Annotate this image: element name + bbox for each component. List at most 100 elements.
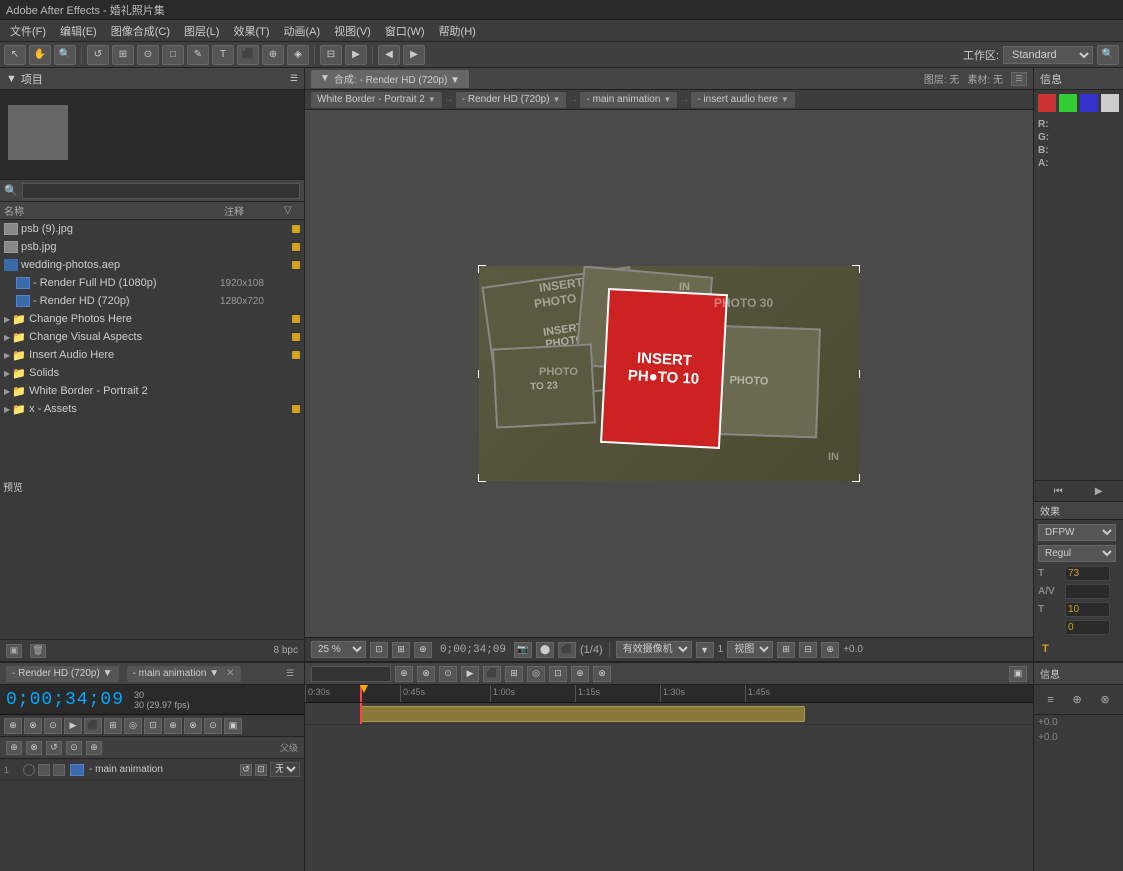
- tl-ctrl-8[interactable]: ⊡: [549, 666, 567, 682]
- grid-btn[interactable]: ⊞: [392, 642, 410, 658]
- comp-tab[interactable]: ▼ 合成: - Render HD (720p) ▼: [311, 70, 469, 88]
- prev-play[interactable]: ▶: [1091, 484, 1107, 498]
- mask-btn[interactable]: ⊕: [414, 642, 432, 658]
- font-style-select[interactable]: Regul: [1038, 545, 1116, 562]
- effects-t-btn[interactable]: T: [1038, 641, 1119, 657]
- tool-brush[interactable]: ⬛: [237, 45, 259, 65]
- tl-btn-2[interactable]: ⊗: [24, 718, 42, 734]
- tl-btn-3[interactable]: ⊙: [44, 718, 62, 734]
- list-item[interactable]: ▶ 📁 Change Visual Aspects: [0, 328, 304, 346]
- view-safe[interactable]: ⊕: [821, 642, 839, 658]
- list-item[interactable]: ▶ 📁 Solids: [0, 364, 304, 382]
- layer-vis-toggle[interactable]: [23, 764, 35, 776]
- color-btn[interactable]: ⬤: [536, 642, 554, 658]
- comp-view[interactable]: INSERTPHOTO INSERTPHOTO 30 TO 23 PHOTO I…: [305, 110, 1033, 637]
- tl-menu-btn[interactable]: ☰: [282, 667, 298, 681]
- footer-new-comp[interactable]: 🗑: [30, 644, 46, 658]
- zoom-select[interactable]: 25 % 50 % 100 %: [311, 641, 366, 658]
- tl-btn-1[interactable]: ⊕: [4, 718, 22, 734]
- layer-row[interactable]: 1 - main animation ↺ ⊡ 无: [0, 759, 304, 781]
- tl-ctrl-5[interactable]: ⬛: [483, 666, 501, 682]
- view-3d[interactable]: ⊟: [799, 642, 817, 658]
- menu-edit[interactable]: 编辑(E): [54, 21, 103, 41]
- tool-text[interactable]: T: [212, 45, 234, 65]
- prop-av-value[interactable]: [1065, 584, 1110, 599]
- layer-ctrl-1[interactable]: ⊕: [6, 741, 22, 755]
- track-bar[interactable]: [360, 706, 805, 722]
- list-item[interactable]: ▶ 📁 Insert Audio Here: [0, 346, 304, 364]
- tl-ctrl-4[interactable]: ▶: [461, 666, 479, 682]
- tool-select[interactable]: ↖: [4, 45, 26, 65]
- prop-zero-value[interactable]: [1065, 620, 1110, 635]
- tl-ctrl-1[interactable]: ⊕: [395, 666, 413, 682]
- prop-font-size[interactable]: [1065, 566, 1110, 581]
- tool-hand[interactable]: ✋: [29, 45, 51, 65]
- menu-layer[interactable]: 图层(L): [178, 21, 225, 41]
- project-menu-btn[interactable]: ☰: [290, 73, 298, 84]
- tl-ctrl-6[interactable]: ⊞: [505, 666, 523, 682]
- menu-effects[interactable]: 效果(T): [227, 21, 275, 41]
- tool-anchor[interactable]: ⊙: [137, 45, 159, 65]
- menu-help[interactable]: 帮助(H): [433, 21, 482, 41]
- layer-collapse[interactable]: ↺: [240, 764, 252, 776]
- tl-btn-11[interactable]: ⊙: [204, 718, 222, 734]
- prop-t2-value[interactable]: [1065, 602, 1110, 617]
- tool-eraser[interactable]: ◈: [287, 45, 309, 65]
- comp-options-btn[interactable]: ☰: [1011, 72, 1027, 86]
- list-item[interactable]: - Render HD (720p) 1280x720: [0, 292, 304, 310]
- prev-rewind[interactable]: ⏮: [1050, 484, 1066, 498]
- search-input[interactable]: [22, 183, 300, 199]
- tl-rc-btn-3[interactable]: ⊗: [1100, 693, 1109, 706]
- tl-ctrl-collapse[interactable]: ▣: [1009, 666, 1027, 682]
- list-item[interactable]: psb (9).jpg: [0, 220, 304, 238]
- tl-btn-12[interactable]: ▣: [224, 718, 242, 734]
- menu-window[interactable]: 窗口(W): [379, 21, 431, 41]
- tl-ctrl-2[interactable]: ⊗: [417, 666, 435, 682]
- tool-arrow-left[interactable]: ◀: [378, 45, 400, 65]
- bc-item-1[interactable]: White Border - Portrait 2 ▼: [311, 92, 442, 108]
- tl-rc-btn-2[interactable]: ⊕: [1072, 693, 1081, 706]
- tool-clone[interactable]: ⊕: [262, 45, 284, 65]
- layer-quality[interactable]: ⊡: [255, 764, 267, 776]
- workspace-select[interactable]: Standard: [1003, 46, 1093, 64]
- fit-btn[interactable]: ⊡: [370, 642, 388, 658]
- workspace-search[interactable]: 🔍: [1097, 45, 1119, 65]
- tool-rotate[interactable]: ↺: [87, 45, 109, 65]
- list-item[interactable]: ▶ 📁 x - Assets: [0, 400, 304, 418]
- layer-ctrl-2[interactable]: ⊗: [26, 741, 42, 755]
- list-item[interactable]: ▶ 📁 White Border - Portrait 2: [0, 382, 304, 400]
- bc-item-4[interactable]: - insert audio here ▼: [691, 92, 795, 108]
- tl-search-input[interactable]: [311, 666, 391, 682]
- tl-ctrl-10[interactable]: ⊗: [593, 666, 611, 682]
- tl-rc-btn-1[interactable]: ≡: [1047, 694, 1053, 706]
- tl-btn-7[interactable]: ◎: [124, 718, 142, 734]
- tool-zoom[interactable]: 🔍: [54, 45, 76, 65]
- tl-btn-4[interactable]: ▶: [64, 718, 82, 734]
- tool-camera[interactable]: ⊞: [112, 45, 134, 65]
- list-item[interactable]: psb.jpg: [0, 238, 304, 256]
- menu-animation[interactable]: 动画(A): [278, 21, 327, 41]
- col-sort-btn[interactable]: ▽: [284, 205, 300, 216]
- menu-file[interactable]: 文件(F): [4, 21, 52, 41]
- bc-item-3[interactable]: - main animation ▼: [580, 92, 677, 108]
- timeline-tracks[interactable]: [305, 703, 1033, 871]
- tl-tab-render[interactable]: - Render HD (720p) ▼: [6, 666, 119, 682]
- font-select[interactable]: DFPW: [1038, 524, 1116, 541]
- layer-lock[interactable]: [53, 764, 65, 776]
- list-item[interactable]: - Render Full HD (1080p) 1920x108: [0, 274, 304, 292]
- tl-btn-6[interactable]: ⊞: [104, 718, 122, 734]
- tool-puppet[interactable]: ⊟: [320, 45, 342, 65]
- view-select[interactable]: 视图: [727, 641, 773, 658]
- tool-arrow-right[interactable]: ▶: [403, 45, 425, 65]
- transparency-btn[interactable]: ⬛: [558, 642, 576, 658]
- tool-roto[interactable]: ▶: [345, 45, 367, 65]
- tl-btn-8[interactable]: ⊡: [144, 718, 162, 734]
- tl-ctrl-9[interactable]: ⊕: [571, 666, 589, 682]
- tl-ctrl-7[interactable]: ◎: [527, 666, 545, 682]
- view-layout[interactable]: ⊞: [777, 642, 795, 658]
- tool-pen[interactable]: ✎: [187, 45, 209, 65]
- list-item[interactable]: ▶ 📁 Change Photos Here: [0, 310, 304, 328]
- tl-ctrl-3[interactable]: ⊙: [439, 666, 457, 682]
- menu-view[interactable]: 视图(V): [328, 21, 377, 41]
- layer-ctrl-3[interactable]: ↺: [46, 741, 62, 755]
